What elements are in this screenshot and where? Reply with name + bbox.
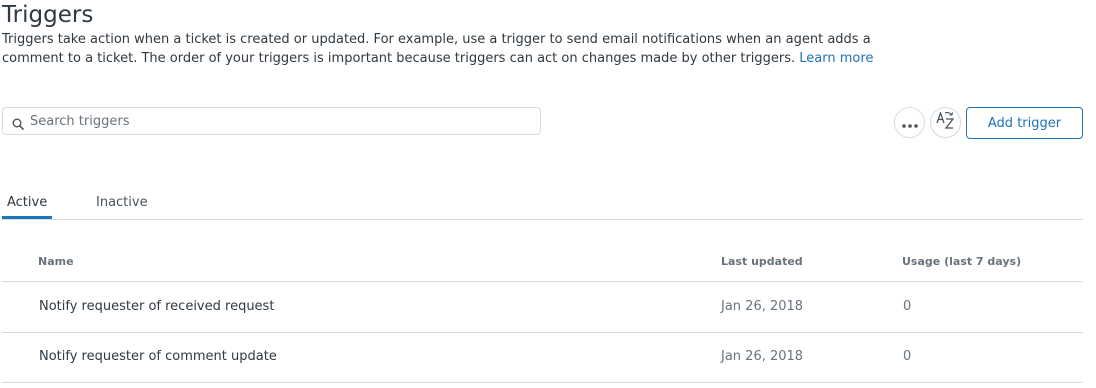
learn-more-link[interactable]: Learn more — [799, 51, 873, 66]
trigger-usage: 0 — [903, 299, 912, 314]
add-trigger-button[interactable]: Add trigger — [966, 107, 1083, 139]
search-input[interactable] — [30, 113, 540, 129]
tab-bar: Active Inactive — [2, 186, 1083, 220]
tab-inactive[interactable]: Inactive — [96, 195, 148, 210]
tab-selected-indicator — [2, 216, 52, 219]
column-header-usage[interactable]: Usage (last 7 days) — [902, 255, 1021, 268]
column-header-last-updated[interactable]: Last updated — [721, 255, 803, 268]
table-row[interactable]: Notify requester of comment update Jan 2… — [2, 333, 1083, 383]
trigger-last-updated: Jan 26, 2018 — [721, 349, 804, 364]
trigger-name[interactable]: Notify requester of received request — [39, 299, 274, 314]
sort-button[interactable] — [930, 107, 961, 138]
trigger-last-updated: Jan 26, 2018 — [721, 299, 804, 314]
trigger-name[interactable]: Notify requester of comment update — [39, 349, 277, 364]
ellipsis-icon — [901, 113, 918, 132]
tab-active[interactable]: Active — [7, 195, 47, 210]
search-box[interactable] — [2, 107, 541, 135]
trigger-usage: 0 — [903, 349, 912, 364]
more-options-button[interactable] — [894, 107, 925, 138]
sort-az-icon — [935, 110, 956, 134]
search-icon — [12, 115, 24, 130]
table-row[interactable]: Notify requester of received request Jan… — [2, 283, 1083, 333]
table-header: Name Last updated Usage (last 7 days) — [2, 245, 1083, 282]
description-text: Triggers take action when a ticket is cr… — [2, 32, 871, 66]
page-description: Triggers take action when a ticket is cr… — [2, 30, 907, 68]
page-title: Triggers — [2, 2, 94, 28]
column-header-name[interactable]: Name — [38, 255, 74, 268]
